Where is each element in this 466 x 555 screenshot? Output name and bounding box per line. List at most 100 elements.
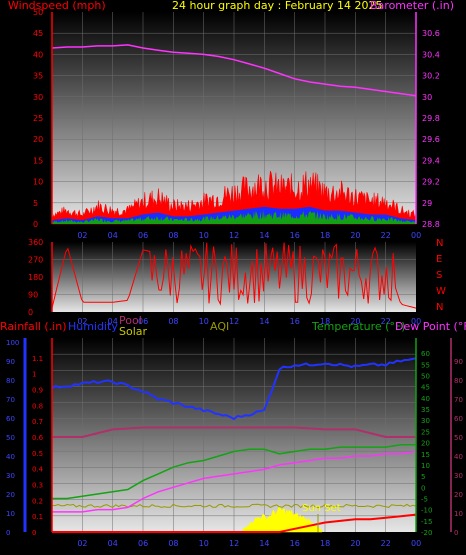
temperature-tick-label: -20: [421, 529, 432, 537]
temperature-tick-label: -15: [421, 518, 432, 526]
x-tick-label: 08: [168, 317, 178, 326]
x-tick-label: 22: [381, 539, 391, 548]
pool-tick-label: 50: [454, 434, 463, 442]
humidity-tick-label: 70: [6, 396, 15, 404]
compass-label: S: [436, 270, 442, 281]
x-tick-label: 14: [259, 317, 269, 326]
rain-tick-label: 0.1: [32, 513, 43, 521]
windspeed-tick-label: 10: [33, 178, 43, 187]
temperature-tick-label: -5: [421, 495, 428, 503]
humidity-tick-label: 100: [6, 339, 19, 347]
humidity-tick-label: 50: [6, 434, 15, 442]
direction-tick-label: 270: [28, 256, 43, 265]
x-tick-label: 02: [77, 539, 87, 548]
humidity-tick-label: 0: [6, 529, 10, 537]
temperature-tick-label: 55: [421, 361, 430, 369]
x-tick-label: 10: [199, 231, 209, 240]
rain-tick-label: 0.2: [32, 497, 43, 505]
temperature-tick-label: 35: [421, 406, 430, 414]
barometer-tick-label: 29.4: [422, 156, 440, 165]
legend-aqi: AQI: [210, 320, 229, 333]
barometer-tick-label: 30.6: [422, 29, 440, 38]
x-tick-label: 14: [259, 539, 269, 548]
pool-tick-label: 70: [454, 396, 463, 404]
humidity-tick-label: 40: [6, 453, 15, 461]
barometer-tick-label: 29: [422, 199, 432, 208]
temperature-tick-label: -10: [421, 507, 432, 515]
humidity-tick-label: 90: [6, 358, 15, 366]
barometer-tick-label: 29.6: [422, 135, 440, 144]
compass-label: E: [436, 254, 442, 265]
legend-solar: Solar: [119, 325, 148, 338]
pool-tick-label: 40: [454, 453, 463, 461]
direction-tick-label: 90: [28, 291, 38, 300]
windspeed-tick-label: 0: [33, 220, 38, 229]
x-tick-label: 18: [320, 539, 330, 548]
humidity-tick-label: 20: [6, 491, 15, 499]
windspeed-tick-label: 15: [33, 156, 43, 165]
direction-tick-label: 180: [28, 273, 43, 282]
temperature-tick-label: 20: [421, 440, 430, 448]
rain-tick-label: 1.1: [32, 355, 43, 363]
temperature-tick-label: 60: [421, 350, 430, 358]
barometer-tick-label: 30: [422, 93, 432, 102]
humidity-tick-label: 80: [6, 377, 15, 385]
compass-label: W: [436, 286, 446, 297]
x-tick-label: 14: [259, 231, 269, 240]
rain-tick-label: 0.9: [32, 387, 43, 395]
barometer-axis-title: Barometer (.in): [370, 0, 454, 12]
x-tick-label: 12: [229, 317, 239, 326]
sunset-label: Sun Set: [302, 503, 341, 514]
barometer-tick-label: 30.2: [422, 72, 440, 81]
humidity-tick-label: 10: [6, 510, 15, 518]
x-tick-label: 06: [138, 539, 148, 548]
temperature-tick-label: 5: [421, 473, 425, 481]
direction-tick-label: 360: [28, 238, 43, 247]
x-tick-label: 10: [199, 539, 209, 548]
barometer-tick-label: 29.8: [422, 114, 440, 123]
rain-tick-label: 0.8: [32, 402, 43, 410]
legend-temperature: Temperature (°F): [311, 320, 406, 333]
x-tick-label: 10: [199, 317, 209, 326]
weather-graph: Windspeed (mph) 24 hour graph day : Febr…: [0, 0, 466, 555]
x-tick-label: 20: [350, 231, 360, 240]
rain-tick-label: 0.3: [32, 482, 43, 490]
pool-tick-label: 80: [454, 377, 463, 385]
x-tick-label: 08: [168, 539, 178, 548]
legend-dewpoint: Dew Point (°F): [395, 320, 466, 333]
temperature-tick-label: 25: [421, 428, 430, 436]
legend-rainfall: Rainfall (.in): [0, 320, 67, 333]
windspeed-tick-label: 5: [33, 199, 38, 208]
barometer-tick-label: 29.2: [422, 178, 440, 187]
pool-tick-label: 60: [454, 415, 463, 423]
temperature-tick-label: 50: [421, 373, 430, 381]
x-tick-label: 08: [168, 231, 178, 240]
legend-humidity: Humidity: [68, 320, 118, 333]
rain-tick-label: 0.6: [32, 434, 44, 442]
pool-tick-label: 30: [454, 472, 463, 480]
compass-label: N: [436, 238, 443, 249]
windspeed-tick-label: 35: [33, 72, 43, 81]
temperature-tick-label: 10: [421, 462, 430, 470]
pool-tick-label: 10: [454, 510, 463, 518]
windspeed-tick-label: 30: [33, 93, 43, 102]
x-tick-label: 04: [108, 231, 118, 240]
pool-tick-label: 90: [454, 358, 463, 366]
windspeed-tick-label: 50: [33, 8, 43, 17]
barometer-tick-label: 28.8: [422, 220, 440, 229]
barometer-tick-label: 30.4: [422, 50, 440, 59]
windspeed-tick-label: 40: [33, 50, 43, 59]
windspeed-axis-title: Windspeed (mph): [8, 0, 106, 12]
temperature-tick-label: 15: [421, 451, 430, 459]
temperature-tick-label: 45: [421, 384, 430, 392]
direction-tick-label: 0: [28, 308, 33, 317]
compass-label: N: [436, 302, 443, 313]
temperature-tick-label: 0: [421, 484, 425, 492]
x-tick-label: 06: [138, 231, 148, 240]
temperature-tick-label: 30: [421, 417, 430, 425]
x-tick-label: 04: [108, 539, 118, 548]
pool-tick-label: 20: [454, 491, 463, 499]
rain-tick-label: 0: [32, 529, 36, 537]
x-tick-label: 22: [381, 231, 391, 240]
rain-tick-label: 0.5: [32, 450, 43, 458]
